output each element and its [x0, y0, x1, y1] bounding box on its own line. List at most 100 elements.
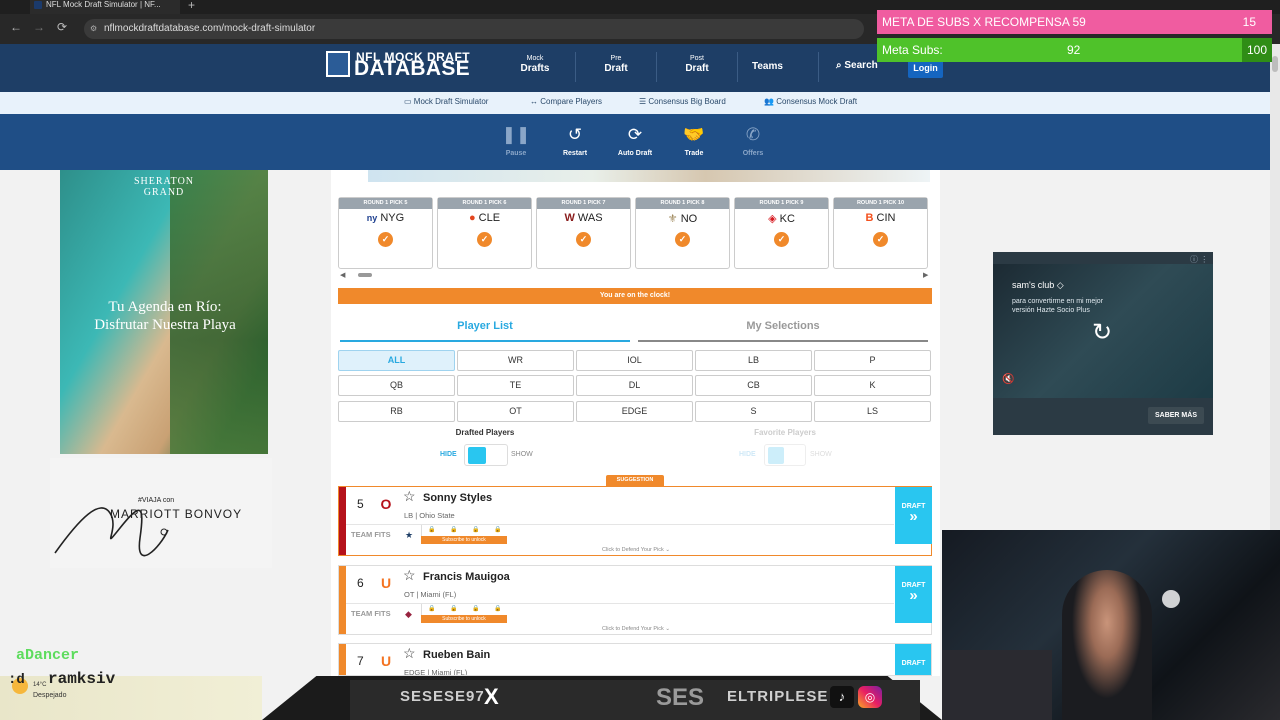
team-logo-icon: ● — [468, 212, 476, 224]
chat-username: aDancer — [16, 647, 80, 664]
team-logo-icon: ny — [366, 213, 378, 223]
position-filter-k[interactable]: K — [814, 375, 931, 396]
subnav-consensus-mock-draft[interactable]: 👥 Consensus Mock Draft — [764, 97, 857, 106]
drafted-players-toggle[interactable] — [464, 444, 508, 466]
position-filter-all[interactable]: ALL — [338, 350, 455, 371]
player-name[interactable]: Francis Mauigoa — [423, 571, 510, 583]
subnav-compare-players[interactable]: ↔ Compare Players — [530, 97, 602, 106]
position-filter-dl[interactable]: DL — [576, 375, 693, 396]
favorite-star-icon[interactable]: ☆ — [403, 645, 416, 662]
mute-icon[interactable]: 🔇 — [1002, 374, 1014, 385]
position-filter-qb[interactable]: QB — [338, 375, 455, 396]
toggle-knob — [468, 447, 486, 464]
team-logo-icon: B — [865, 212, 874, 224]
check-icon: ✓ — [378, 232, 393, 247]
nav-search-label: Search — [844, 60, 878, 71]
position-filter-iol[interactable]: IOL — [576, 350, 693, 371]
favorite-show-label[interactable]: SHOW — [810, 451, 832, 458]
position-filter-lb[interactable]: LB — [695, 350, 812, 371]
new-tab-button[interactable]: + — [188, 0, 195, 12]
forward-button[interactable]: → — [33, 20, 45, 34]
drafted-players-label: Drafted Players — [455, 428, 515, 437]
auto-draft-button[interactable]: ⟳ Auto Draft — [613, 125, 657, 157]
drafted-hide-label[interactable]: HIDE — [440, 451, 457, 458]
pause-button[interactable]: ❚❚ Pause — [494, 125, 538, 157]
offers-button[interactable]: ✆ Offers — [731, 125, 775, 157]
subscribe-to-unlock[interactable]: Subscribe to unlock — [421, 615, 507, 623]
position-filter-s[interactable]: S — [695, 401, 812, 422]
draft-button[interactable]: DRAFT — [895, 644, 931, 675]
webcam-overlay — [942, 530, 1280, 720]
nav-search[interactable]: ⌕ Search — [836, 60, 878, 71]
favorite-hide-label[interactable]: HIDE — [739, 451, 756, 458]
webcam-streamer — [1062, 570, 1152, 720]
scroll-right-arrow-icon[interactable]: ▶ — [923, 271, 928, 279]
player-row[interactable]: 7 U ☆ Rueben Bain EDGE | Miami (FL) DRAF… — [338, 643, 932, 676]
team-fits-locked[interactable]: 🔒 🔒 🔒 🔒 Subscribe to unlock — [421, 604, 507, 624]
nav-mock-drafts[interactable]: Mock Drafts — [505, 55, 565, 74]
pick-card[interactable]: ROUND 1 PICK 7 W WAS ✓ — [536, 197, 631, 269]
ad-info-icon[interactable]: ⓘ ⋮ — [1190, 254, 1208, 265]
pick-team: B CIN — [834, 212, 927, 224]
position-filter-wr[interactable]: WR — [457, 350, 574, 371]
favorite-star-icon[interactable]: ☆ — [403, 488, 416, 505]
pause-icon: ❚❚ — [501, 125, 531, 144]
browser-tab[interactable]: NFL Mock Draft Simulator | NF... — [30, 0, 180, 14]
favorite-players-toggle[interactable] — [764, 444, 806, 466]
player-name[interactable]: Rueben Bain — [423, 649, 490, 661]
position-filter-edge[interactable]: EDGE — [576, 401, 693, 422]
picks-scrollbar-thumb[interactable] — [358, 273, 372, 277]
pick-card[interactable]: ROUND 1 PICK 9 ◈ KC ✓ — [734, 197, 829, 269]
position-filter-cb[interactable]: CB — [695, 375, 812, 396]
favorite-star-icon[interactable]: ☆ — [403, 567, 416, 584]
draft-button[interactable]: DRAFT » — [895, 487, 932, 544]
draft-button[interactable]: DRAFT » — [895, 566, 932, 623]
reload-button[interactable]: ⟳ — [57, 20, 67, 34]
bonvoy-text: MARRIOTT BONVOY — [110, 507, 243, 521]
trade-button[interactable]: 🤝 Trade — [672, 125, 716, 157]
back-button[interactable]: ← — [10, 20, 22, 34]
nav-teams[interactable]: Teams — [752, 61, 783, 72]
player-row[interactable]: 6 U ☆ Francis Mauigoa OT | Miami (FL) TE… — [338, 565, 932, 635]
nav-pre-draft[interactable]: Pre Draft — [586, 55, 646, 74]
nav-divider — [737, 52, 738, 82]
drafted-show-label[interactable]: SHOW — [511, 451, 533, 458]
pick-card[interactable]: ROUND 1 PICK 8 ⚜ NO ✓ — [635, 197, 730, 269]
top-banner-ad[interactable] — [368, 170, 930, 182]
site-info-icon[interactable]: ⚙ — [90, 24, 97, 33]
position-filter-ls[interactable]: LS — [814, 401, 931, 422]
logo-icon[interactable] — [326, 51, 350, 77]
pick-card[interactable]: ROUND 1 PICK 6 ● CLE ✓ — [437, 197, 532, 269]
url-field[interactable]: nflmockdraftdatabase.com/mock-draft-simu… — [84, 19, 864, 39]
page-scrollbar-thumb[interactable] — [1272, 56, 1278, 72]
replay-icon[interactable]: ↻ — [1092, 318, 1112, 347]
defend-pick-link[interactable]: Click to Defend Your Pick ⌄ — [339, 626, 933, 632]
player-name[interactable]: Sonny Styles — [423, 492, 492, 504]
tab-my-selections[interactable]: My Selections — [638, 320, 928, 332]
defend-pick-link[interactable]: Click to Defend Your Pick ⌄ — [339, 547, 933, 553]
pick-card[interactable]: ROUND 1 PICK 5 ny NYG ✓ — [338, 197, 433, 269]
pick-card[interactable]: ROUND 1 PICK 10 B CIN ✓ — [833, 197, 928, 269]
player-row[interactable]: 5 O ☆ Sonny Styles LB | Ohio State TEAM … — [338, 486, 932, 556]
ad-cta-button[interactable]: SABER MÁS — [1148, 407, 1204, 424]
restart-button[interactable]: ↺ Restart — [553, 125, 597, 157]
subnav-consensus-big-board[interactable]: ☰ Consensus Big Board — [639, 97, 726, 106]
subnav-mock-draft-simulator[interactable]: ▭ Mock Draft Simulator — [404, 97, 488, 106]
position-filter-p[interactable]: P — [814, 350, 931, 371]
webcam-background-light — [1162, 590, 1180, 608]
tab-player-list[interactable]: Player List — [340, 320, 630, 332]
nav-post-draft[interactable]: Post Draft — [667, 55, 727, 74]
pick-team-abbr: CIN — [876, 212, 896, 224]
player-info: EDGE | Miami (FL) — [404, 668, 468, 676]
nav-big-label: Drafts — [520, 63, 550, 74]
team-fits-locked[interactable]: 🔒 🔒 🔒 🔒 Subscribe to unlock — [421, 525, 507, 545]
scroll-left-arrow-icon[interactable]: ◀ — [340, 271, 345, 279]
logo-text-bottom[interactable]: DATABASE — [354, 58, 470, 79]
position-filter-te[interactable]: TE — [457, 375, 574, 396]
page-scrollbar[interactable] — [1270, 44, 1280, 530]
subscribe-to-unlock[interactable]: Subscribe to unlock — [421, 536, 507, 544]
position-filter-rb[interactable]: RB — [338, 401, 455, 422]
lock-glyph: 🔒 — [472, 606, 480, 612]
nav-divider — [656, 52, 657, 82]
position-filter-ot[interactable]: OT — [457, 401, 574, 422]
